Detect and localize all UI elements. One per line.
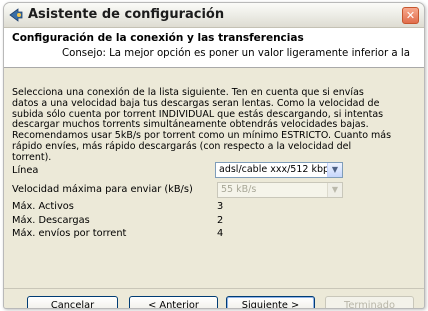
finish-button: Terminado: [325, 296, 414, 308]
chevron-down-icon[interactable]: ▼: [327, 163, 342, 177]
description-text: Selecciona una conexión de la lista sigu…: [12, 87, 422, 164]
line-select[interactable]: adsl/cable xxx/512 kbps ▼: [215, 162, 343, 178]
description-line: rápido envíes, más rápido descargarás (c…: [12, 140, 352, 152]
wizard-window: Asistente de configuración ✕ Configuraci…: [3, 2, 425, 309]
max-uploads-value: 4: [217, 228, 224, 239]
tip-text: Consejo: La mejor opción es poner un val…: [62, 48, 410, 59]
description-line: datos a una velocidad baja tus descargas…: [12, 97, 380, 109]
chevron-down-icon: ▼: [327, 183, 342, 197]
max-downloads-label: Máx. Descargas: [12, 215, 90, 226]
window-title: Asistente de configuración: [28, 7, 225, 22]
max-upload-label: Velocidad máxima para enviar (kB/s): [12, 184, 193, 195]
cancel-button[interactable]: Cancelar: [27, 296, 118, 308]
page-title: Configuración de la conexión y las trans…: [12, 32, 304, 44]
max-downloads-value: 2: [217, 215, 224, 226]
previous-button[interactable]: < Anterior: [129, 296, 218, 308]
wizard-header: Configuración de la conexión y las trans…: [4, 28, 424, 68]
max-active-label: Máx. Activos: [12, 201, 74, 212]
title-bar[interactable]: Asistente de configuración ✕: [4, 3, 424, 28]
max-upload-select: 55 kB/s ▼: [217, 182, 343, 198]
line-label: Línea: [12, 165, 39, 176]
footer-divider: [4, 288, 424, 289]
wizard-icon: [9, 8, 23, 22]
max-uploads-label: Máx. envíos por torrent: [12, 228, 127, 239]
next-button[interactable]: Siguiente >: [226, 296, 315, 308]
max-active-value: 3: [217, 201, 224, 212]
wizard-body: Selecciona una conexión de la lista sigu…: [4, 69, 424, 308]
close-button[interactable]: ✕: [402, 7, 419, 24]
close-icon: ✕: [405, 9, 416, 22]
line-select-value: adsl/cable xxx/512 kbps: [219, 164, 334, 175]
max-upload-value: 55 kB/s: [221, 184, 257, 195]
